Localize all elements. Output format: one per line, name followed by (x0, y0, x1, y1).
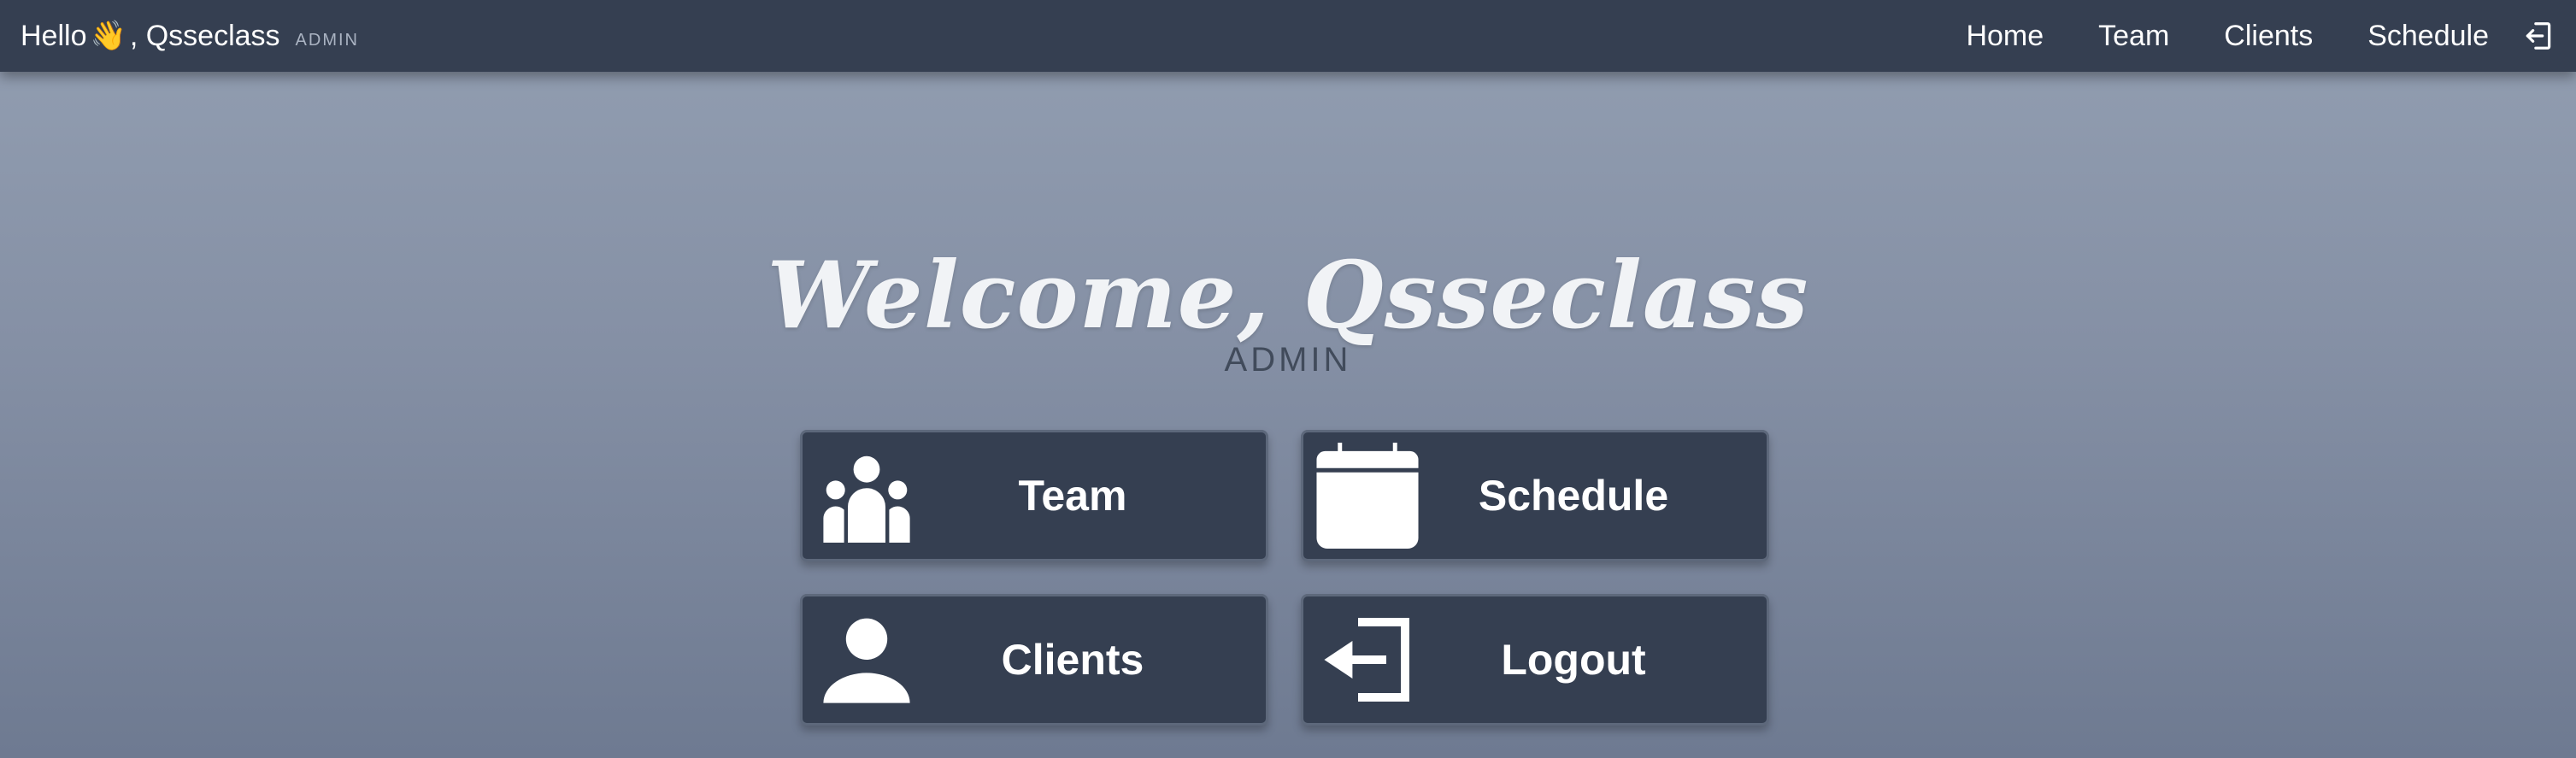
schedule-tile[interactable]: Schedule (1301, 430, 1769, 561)
nav-clients[interactable]: Clients (2224, 20, 2313, 53)
user-icon (803, 596, 931, 724)
team-icon (803, 432, 931, 560)
nav-home[interactable]: Home (1966, 20, 2044, 53)
dashboard-tiles: Team Schedule Clients Logout (800, 430, 1769, 726)
welcome-heading: Welcome, Qsseclass (767, 242, 1809, 350)
wave-emoji: 👋 (90, 20, 126, 52)
logout-tile-label: Logout (1501, 636, 1646, 684)
logout-icon (1303, 596, 1432, 724)
schedule-tile-label: Schedule (1478, 472, 1669, 520)
welcome-role: ADMIN (1224, 341, 1352, 379)
nav-schedule[interactable]: Schedule (2367, 20, 2489, 53)
nav-team[interactable]: Team (2098, 20, 2169, 53)
greeting-prefix: Hello (21, 20, 87, 52)
greeting-role-badge: ADMIN (295, 31, 359, 50)
team-tile[interactable]: Team (800, 430, 1268, 561)
clients-tile-label: Clients (1001, 636, 1144, 684)
logout-tile[interactable]: Logout (1301, 594, 1769, 726)
clients-tile[interactable]: Clients (800, 594, 1268, 726)
welcome-section: Welcome, Qsseclass ADMIN (0, 242, 2576, 379)
calendar-icon (1303, 432, 1432, 560)
greeting: Hello 👋 , Qsseclass ADMIN (21, 19, 359, 53)
top-navbar: Hello 👋 , Qsseclass ADMIN Home Team Clie… (0, 0, 2576, 72)
greeting-name: , Qsseclass (129, 20, 280, 52)
team-tile-label: Team (1018, 472, 1127, 520)
main-nav: Home Team Clients Schedule (1911, 19, 2555, 53)
logout-icon[interactable] (2521, 19, 2555, 53)
